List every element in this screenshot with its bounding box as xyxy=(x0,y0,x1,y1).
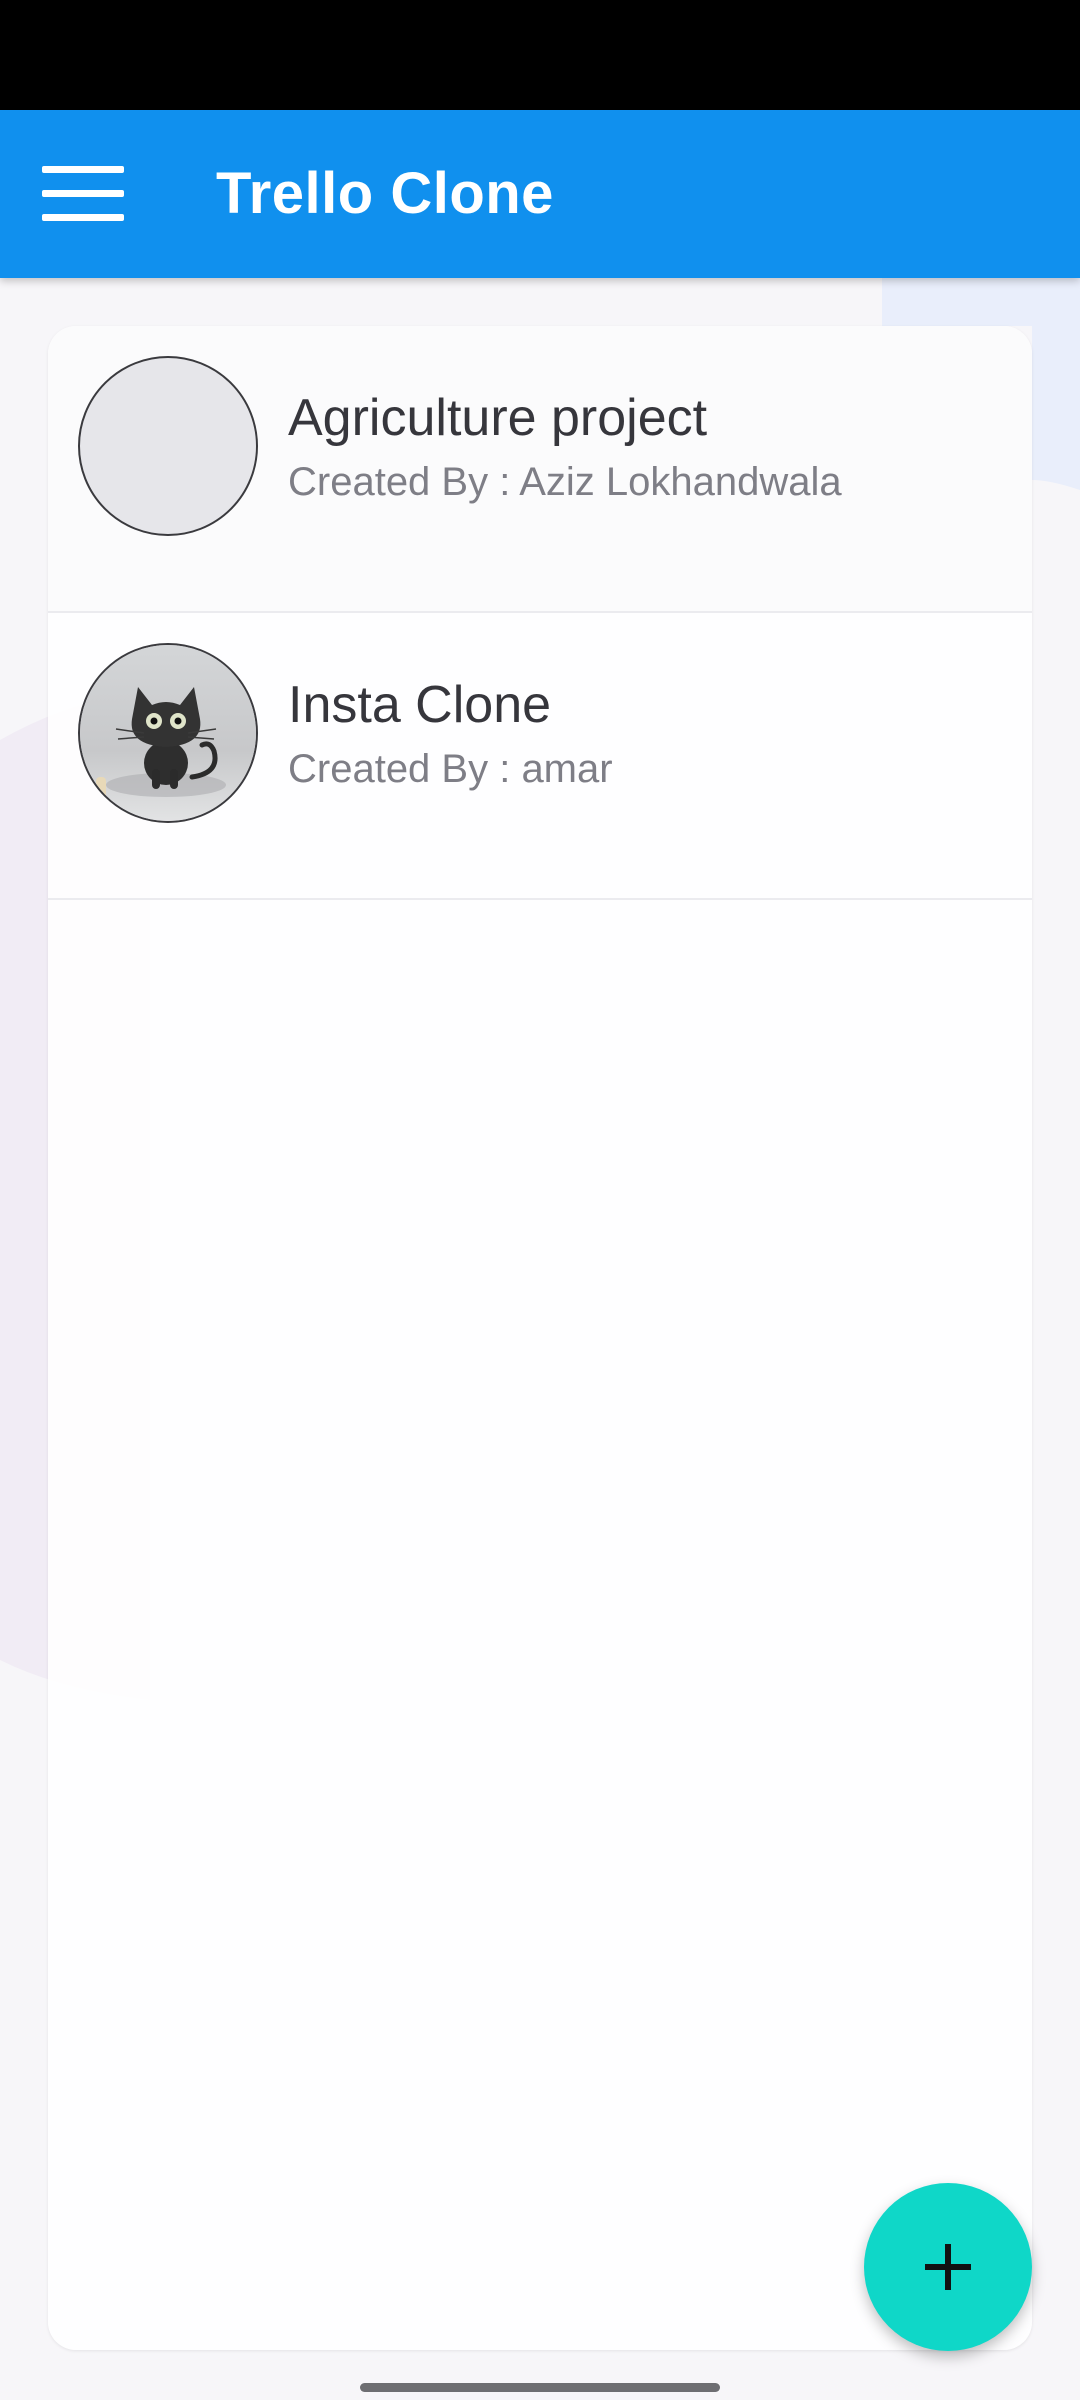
board-creator: Created By : Aziz Lokhandwala xyxy=(288,460,842,504)
app-title: Trello Clone xyxy=(216,161,554,226)
plus-icon xyxy=(925,2244,971,2290)
placeholder-avatar xyxy=(78,356,258,536)
home-indicator[interactable] xyxy=(360,2383,720,2392)
board-item[interactable]: Agriculture project Created By : Aziz Lo… xyxy=(48,326,1032,613)
board-creator: Created By : amar xyxy=(288,747,613,791)
board-item[interactable]: Insta Clone Created By : amar xyxy=(48,613,1032,900)
cat-avatar xyxy=(78,643,258,823)
hamburger-menu-icon xyxy=(42,166,124,221)
board-list: Agriculture project Created By : Aziz Lo… xyxy=(48,326,1032,2350)
app-bar: Trello Clone xyxy=(0,110,1080,278)
board-name: Agriculture project xyxy=(288,389,708,447)
menu-button[interactable] xyxy=(22,138,144,250)
add-board-button[interactable] xyxy=(864,2183,1032,2351)
board-name: Insta Clone xyxy=(288,676,552,734)
